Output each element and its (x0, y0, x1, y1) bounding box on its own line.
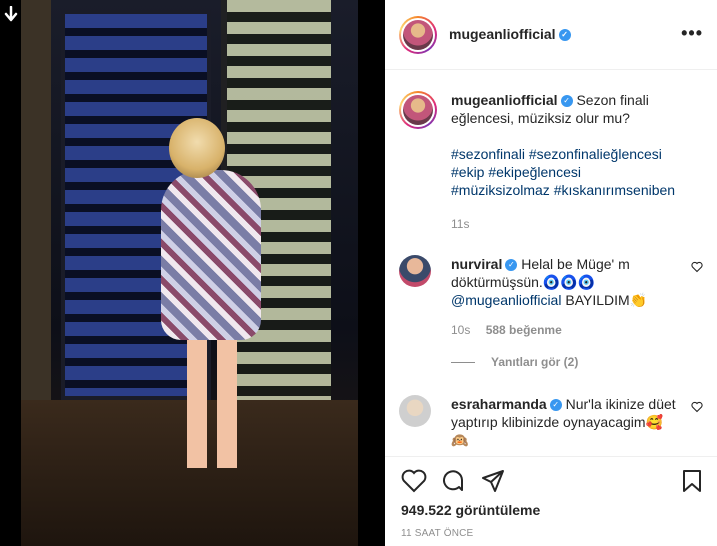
bookmark-icon[interactable] (681, 469, 703, 496)
view-replies-button[interactable]: Yanıtları gör (2) (451, 355, 578, 369)
share-icon[interactable] (481, 469, 505, 496)
comment-username[interactable]: esraharmanda (451, 396, 547, 412)
video-frame[interactable] (21, 0, 358, 546)
comment-likes[interactable]: 588 beğenme (486, 323, 562, 337)
comment-icon[interactable] (441, 469, 465, 496)
view-replies-label[interactable]: Yanıtları gör (2) (491, 355, 578, 369)
verified-icon: ✓ (549, 399, 562, 412)
action-bar (385, 456, 717, 496)
comment-mention[interactable]: @mugeanliofficial (451, 292, 561, 308)
caption-username[interactable]: mugeanliofficial (451, 92, 558, 108)
arrow-down-icon[interactable] (4, 5, 18, 27)
caption-time[interactable]: 11s (451, 215, 679, 233)
heart-icon (691, 261, 703, 273)
more-options-button[interactable]: ••• (681, 23, 703, 44)
verified-icon: ✓ (505, 259, 518, 272)
username-text[interactable]: mugeanliofficial (449, 26, 556, 42)
caption-hashtags[interactable]: #sezonfinali #sezonfinalieğlencesi #ekip… (451, 145, 679, 199)
avatar[interactable] (399, 16, 437, 54)
comments-list[interactable]: mugeanliofficial ✓ Sezon finali eğlencesi… (385, 71, 717, 456)
comment-username[interactable]: nurviral (451, 256, 502, 272)
post-panel: mugeanliofficial ✓ ••• mugeanliofficial ✓ … (385, 0, 717, 546)
post-header: mugeanliofficial ✓ ••• (385, 0, 717, 70)
post-username[interactable]: mugeanliofficial ✓ (449, 26, 571, 42)
video-person-legs (187, 338, 237, 468)
verified-icon: ✓ (558, 29, 571, 42)
comment-time[interactable]: 10s (451, 323, 470, 337)
heart-icon[interactable] (401, 469, 427, 496)
comment-like-button[interactable] (691, 401, 703, 416)
heart-icon (691, 401, 703, 413)
video-person-head (169, 118, 225, 178)
avatar[interactable] (399, 395, 431, 427)
view-count[interactable]: 949.522 görüntüleme (401, 502, 540, 518)
video-person-body (161, 170, 261, 340)
post-timestamp[interactable]: 11 SAAT ÖNCE (401, 528, 473, 539)
avatar[interactable] (399, 255, 431, 287)
avatar[interactable] (399, 91, 437, 129)
video-player[interactable] (0, 0, 385, 546)
comment-like-button[interactable] (691, 261, 703, 276)
verified-icon: ✓ (560, 95, 573, 108)
comment-text-2: BAYILDIM👏 (565, 292, 648, 308)
